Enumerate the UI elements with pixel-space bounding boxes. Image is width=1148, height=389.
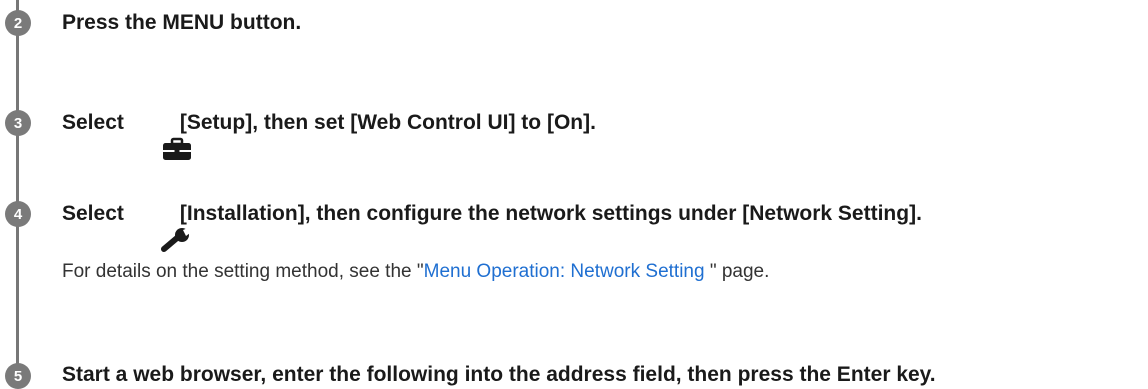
step-number-badge: 5: [5, 363, 31, 389]
toolbox-icon: [138, 110, 192, 160]
step-instruction: Select [Installation], then configure th…: [62, 201, 922, 252]
step-text: Start a web browser, enter the following…: [62, 363, 936, 386]
step-number-badge: 2: [5, 10, 31, 36]
step-instruction: Press the MENU button.: [62, 10, 301, 36]
step-detail-text: For details on the setting method, see t…: [62, 260, 769, 284]
step-number-badge: 4: [5, 201, 31, 227]
step-prefix-text: Select: [62, 202, 124, 225]
step-prefix-text: Select: [62, 111, 124, 134]
detail-text-before: For details on the setting method, see t…: [62, 261, 424, 282]
step-instruction: Start a web browser, enter the following…: [62, 362, 936, 388]
steps-timeline-line: [16, 0, 19, 387]
network-setting-link[interactable]: Menu Operation: Network Setting: [424, 261, 710, 282]
step-suffix-text: [Setup], then set [Web Control UI] to [O…: [179, 111, 596, 134]
wrench-icon: [138, 201, 191, 252]
detail-text-after: " page.: [709, 261, 770, 282]
step-number-badge: 3: [5, 110, 31, 136]
step-instruction: Select [Setup], then set [Web Control UI…: [62, 110, 596, 160]
step-suffix-text: [Installation], then configure the netwo…: [179, 202, 922, 225]
step-text: Press the MENU button.: [62, 11, 302, 34]
